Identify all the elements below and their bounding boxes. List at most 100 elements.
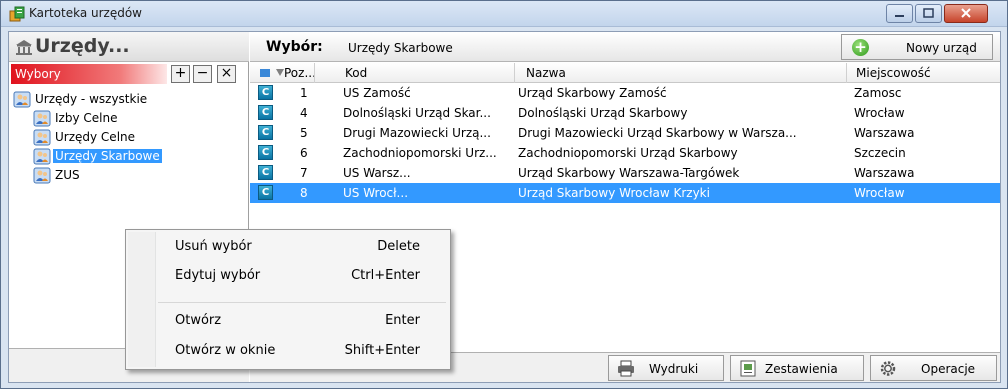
cell-poz: 5	[300, 126, 308, 140]
operations-label: Operacje	[921, 362, 976, 376]
menu-item-delete-choice[interactable]: Usuń wybór Delete	[128, 235, 448, 259]
tree-item-label: Urzędy Celne	[55, 130, 136, 144]
menu-item-shortcut: Ctrl+Enter	[351, 268, 420, 283]
menu-separator	[158, 302, 446, 303]
menu-item-shortcut: Delete	[377, 239, 420, 254]
cell-kod: US Wrocł...	[343, 186, 409, 200]
people-icon	[13, 91, 31, 108]
filter-icon[interactable]	[276, 69, 284, 77]
maximize-button[interactable]	[915, 4, 942, 23]
minimize-icon	[895, 15, 904, 17]
cell-kod: US Zamość	[343, 86, 411, 100]
menu-item-label: Usuń wybór	[175, 239, 252, 254]
right-header: Wybór: Urzędy Skarbowe + Nowy urząd	[250, 32, 1000, 62]
cell-nazwa: Zachodniopomorski Urząd Skarbowy	[518, 146, 738, 160]
plus-icon: +	[852, 39, 869, 56]
menu-item-shortcut: Shift+Enter	[344, 343, 420, 358]
tree-item-label: Urzędy Skarbowe	[53, 149, 162, 163]
menu-item-shortcut: Enter	[385, 313, 420, 328]
menu-item-edit-choice[interactable]: Edytuj wybór Ctrl+Enter	[128, 264, 448, 288]
cell-miejscowosc: Wrocław	[854, 106, 905, 120]
maximize-icon	[923, 8, 934, 18]
menu-item-open[interactable]: Otwórz Enter	[128, 309, 448, 333]
office-type-icon: C	[258, 125, 273, 140]
col-kod[interactable]: Kod	[345, 66, 367, 80]
left-title: Urzędy...	[35, 35, 130, 57]
gear-icon	[880, 361, 896, 376]
close-button[interactable]	[944, 4, 988, 23]
cell-miejscowosc: Warszawa	[854, 126, 915, 140]
close-choice-button[interactable]: ×	[217, 65, 236, 83]
report-icon	[740, 360, 756, 377]
choice-label: Wybór:	[266, 39, 323, 55]
table-row[interactable]: C 1 US Zamość Urząd Skarbowy Zamość Zamo…	[250, 83, 1000, 103]
cell-miejscowosc: Warszawa	[854, 166, 915, 180]
people-icon	[33, 148, 51, 165]
column-divider	[846, 63, 847, 83]
building-icon	[16, 40, 32, 55]
summaries-label: Zestawienia	[765, 362, 838, 376]
cell-nazwa: Dolnośląski Urząd Skarbowy	[518, 106, 688, 120]
title-bar[interactable]: Kartoteka urzędów	[1, 1, 1007, 27]
tree-item-label: Urzędy - wszystkie	[35, 92, 148, 106]
cell-poz: 4	[300, 106, 308, 120]
close-icon	[961, 8, 971, 18]
cell-kod: US Warsz...	[343, 166, 411, 180]
remove-choice-button[interactable]: −	[193, 65, 212, 83]
col-nazwa[interactable]: Nazwa	[526, 66, 566, 80]
office-type-icon: C	[258, 85, 273, 100]
col-miejscowosc[interactable]: Miejscowość	[856, 66, 931, 80]
office-type-icon: C	[258, 105, 273, 120]
context-menu: Usuń wybór Delete Edytuj wybór Ctrl+Ente…	[125, 229, 451, 370]
cell-miejscowosc: Wrocław	[854, 186, 905, 200]
office-type-icon: C	[258, 185, 273, 200]
table-row[interactable]: C 6 Zachodniopomorski Urz... Zachodniopo…	[250, 143, 1000, 163]
people-icon	[33, 110, 51, 127]
column-divider	[514, 63, 515, 83]
cell-poz: 1	[300, 86, 308, 100]
cell-nazwa: Drugi Mazowiecki Urząd Skarbowy w Warsza…	[518, 126, 797, 140]
app-window: Kartoteka urzędów Urzędy... Wybory + − ×…	[0, 0, 1008, 389]
card-index-icon	[9, 6, 25, 22]
cell-poz: 6	[300, 146, 308, 160]
left-header: Urzędy...	[9, 32, 249, 62]
grid-header: Poz... Kod Nazwa Miejscowość	[250, 63, 1000, 83]
minimize-button[interactable]	[886, 4, 913, 23]
new-office-button[interactable]: + Nowy urząd	[841, 34, 993, 60]
menu-item-label: Otwórz	[175, 313, 222, 328]
add-choice-button[interactable]: +	[171, 65, 190, 83]
new-office-label: Nowy urząd	[906, 41, 977, 55]
people-icon	[33, 167, 51, 184]
cell-kod: Dolnośląski Urząd Skar...	[343, 106, 491, 120]
cell-poz: 8	[300, 186, 308, 200]
cell-nazwa: Urząd Skarbowy Wrocław Krzyki	[518, 186, 710, 200]
table-row[interactable]: C 4 Dolnośląski Urząd Skar... Dolnośląsk…	[250, 103, 1000, 123]
cell-miejscowosc: Zamosc	[854, 86, 902, 100]
cell-miejscowosc: Szczecin	[854, 146, 906, 160]
prints-label: Wydruki	[649, 362, 699, 376]
cell-nazwa: Urząd Skarbowy Warszawa-Targówek	[518, 166, 740, 180]
wybory-label: Wybory	[11, 64, 167, 84]
office-type-icon: C	[258, 145, 273, 160]
cell-kod: Zachodniopomorski Urz...	[343, 146, 497, 160]
window-title: Kartoteka urzędów	[29, 6, 142, 20]
people-icon	[33, 129, 51, 146]
tree-item-label: Izby Celne	[55, 111, 118, 125]
column-chooser-icon[interactable]	[260, 68, 270, 78]
cell-nazwa: Urząd Skarbowy Zamość	[518, 86, 667, 100]
menu-item-label: Otwórz w oknie	[175, 343, 276, 358]
menu-item-open-in-window[interactable]: Otwórz w oknie Shift+Enter	[128, 339, 448, 363]
choice-value: Urzędy Skarbowe	[348, 41, 453, 55]
menu-item-label: Edytuj wybór	[175, 268, 261, 283]
tree-item-label: ZUS	[55, 168, 80, 182]
cell-kod: Drugi Mazowiecki Urzą...	[343, 126, 491, 140]
col-poz[interactable]: Poz...	[284, 66, 316, 80]
table-row[interactable]: C 5 Drugi Mazowiecki Urzą... Drugi Mazow…	[250, 123, 1000, 143]
summaries-button[interactable]: Zestawienia	[730, 355, 864, 381]
table-row[interactable]: C 7 US Warsz... Urząd Skarbowy Warszawa-…	[250, 163, 1000, 183]
printer-icon	[618, 360, 634, 377]
table-row-selected[interactable]: C 8 US Wrocł... Urząd Skarbowy Wrocław K…	[250, 183, 1000, 203]
operations-button[interactable]: Operacje	[870, 355, 997, 381]
prints-button[interactable]: Wydruki	[608, 355, 724, 381]
client-area: Urzędy... Wybory + − × Urzędy - wszystki…	[8, 31, 1001, 383]
